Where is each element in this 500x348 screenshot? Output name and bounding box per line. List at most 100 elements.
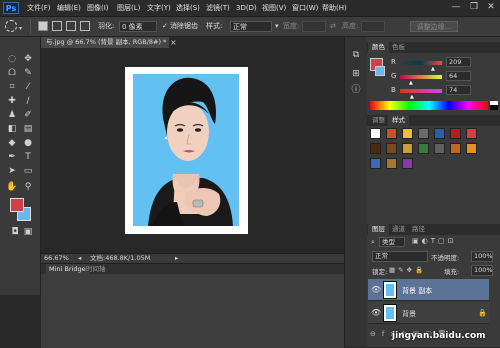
restore-button[interactable]: ❐ [465,1,483,14]
style-swatch[interactable] [402,158,413,169]
black-swatch[interactable] [490,105,498,110]
height-input[interactable] [361,21,385,32]
lock-icons[interactable]: ▦✎✥🔒 [389,266,426,274]
style-select[interactable]: 正常 [230,21,272,32]
info-panel-icon[interactable]: ⓘ [349,84,363,96]
style-swatch[interactable] [386,128,397,139]
refine-edge-button[interactable]: 调整边缘... [410,21,458,32]
opacity-input[interactable]: 100% [471,251,493,262]
foreground-color-swatch[interactable] [10,198,24,212]
blend-mode-select[interactable]: 正常 [372,251,428,262]
minimize-button[interactable]: — [447,1,465,14]
menu-window[interactable]: 窗口(W) [292,2,318,14]
menu-select[interactable]: 选择(S) [176,2,200,14]
move-tool-icon[interactable]: ✥ [21,53,35,65]
style-swatch[interactable] [450,143,461,154]
menu-filter[interactable]: 滤镜(T) [206,2,230,14]
type-tool-icon[interactable]: T [21,151,35,163]
elliptical-marquee-icon[interactable] [5,20,17,32]
history-panel-icon[interactable]: ⧉ [349,49,363,61]
path-select-icon[interactable]: ➤ [5,165,19,177]
menu-file[interactable]: 文件(F) [27,2,51,14]
tab-mini-bridge[interactable]: Mini Bridge [46,264,89,274]
lasso-tool-icon[interactable]: ᗝ [5,67,19,79]
menu-type[interactable]: 文字(Y) [147,2,171,14]
menu-layer[interactable]: 图层(L) [117,2,140,14]
style-swatch[interactable] [434,143,445,154]
g-slider-handle[interactable]: ▲ [409,80,413,86]
width-input[interactable] [302,21,326,32]
quick-select-icon[interactable]: ✎ [21,67,35,79]
r-slider-handle[interactable]: ▲ [431,66,435,72]
style-swatch[interactable] [466,143,477,154]
status-menu-icon[interactable]: ▸ [175,254,178,263]
layer-name[interactable]: 背景 [402,309,416,319]
tab-timeline[interactable]: 时间轴 [86,264,106,274]
style-swatch[interactable] [370,143,381,154]
pen-tool-icon[interactable]: ✒ [5,151,19,163]
style-swatch[interactable] [386,143,397,154]
crop-tool-icon[interactable]: ⌗ [5,81,19,93]
tab-adjustments[interactable]: 调整 [368,115,389,126]
style-swatch[interactable] [402,143,413,154]
close-document-icon[interactable]: × [170,37,177,48]
tab-color[interactable]: 颜色 [368,42,389,53]
zoom-tool-icon[interactable]: ⚲ [21,181,35,193]
tab-layers[interactable]: 图层 [368,224,389,235]
tab-channels[interactable]: 通道 [388,224,409,235]
chevron-down-icon[interactable]: ▾ [19,25,22,32]
style-swatch[interactable] [370,158,381,169]
tab-swatches[interactable]: 色板 [388,42,409,53]
clone-stamp-icon[interactable]: ♟ [5,109,19,121]
feather-input[interactable]: 0 像素 [119,21,157,32]
style-swatch[interactable] [418,128,429,139]
menu-help[interactable]: 帮助(H) [322,2,347,14]
eye-icon[interactable]: 👁 [371,285,381,294]
menu-3d[interactable]: 3D(D) [236,2,257,14]
gradient-tool-icon[interactable]: ▤ [21,123,35,135]
tab-paths[interactable]: 路径 [408,224,429,235]
dodge-tool-icon[interactable]: ● [21,137,35,149]
new-selection-icon[interactable] [38,21,48,31]
style-swatch[interactable] [434,128,445,139]
color-spectrum-bar[interactable] [370,101,488,110]
channel-r-value[interactable]: 209 [446,57,471,67]
channel-r-slider[interactable] [400,61,442,65]
close-window-button[interactable]: ✕ [482,1,500,14]
zoom-level[interactable]: 66.67% [44,254,69,263]
history-brush-icon[interactable]: ✐ [21,109,35,121]
eraser-tool-icon[interactable]: ◧ [5,123,19,135]
properties-panel-icon[interactable]: ⊞ [349,68,363,80]
healing-brush-icon[interactable]: ✚ [5,95,19,107]
fill-input[interactable]: 100% [471,265,493,276]
swap-icon[interactable]: ⇄ [330,21,336,32]
style-swatch[interactable] [466,128,477,139]
style-swatch[interactable] [450,128,461,139]
portrait-photo[interactable] [133,74,239,226]
intersect-selection-icon[interactable] [80,21,90,31]
screen-mode-icon[interactable]: ▣ [21,226,35,238]
b-slider-handle[interactable]: ▲ [410,94,414,100]
menu-edit[interactable]: 编辑(E) [57,2,81,14]
shape-tool-icon[interactable]: ▭ [21,165,35,177]
eyedropper-tool-icon[interactable]: ⁄ [21,81,35,93]
channel-b-value[interactable]: 74 [446,85,471,95]
layer-name[interactable]: 背景 副本 [402,286,432,296]
tab-styles[interactable]: 样式 [388,115,409,126]
style-swatch[interactable] [418,143,429,154]
eye-icon[interactable]: 👁 [371,308,381,317]
style-swatch[interactable] [370,128,381,139]
color-background-swatch[interactable] [375,66,385,76]
style-swatch[interactable] [386,158,397,169]
style-dropdown-icon[interactable]: ▾ [275,21,279,32]
filter-search-icon[interactable]: ⌕ [371,238,375,247]
menu-view[interactable]: 视图(V) [262,2,286,14]
channel-g-value[interactable]: 64 [446,71,471,81]
style-swatch[interactable] [402,128,413,139]
add-selection-icon[interactable] [52,21,62,31]
brush-tool-icon[interactable]: ∕ [21,95,35,107]
channel-g-slider[interactable] [400,75,442,79]
menu-image[interactable]: 图像(I) [87,2,109,14]
layer-kind-filter[interactable]: 类型 [379,237,405,247]
subtract-selection-icon[interactable] [66,21,76,31]
